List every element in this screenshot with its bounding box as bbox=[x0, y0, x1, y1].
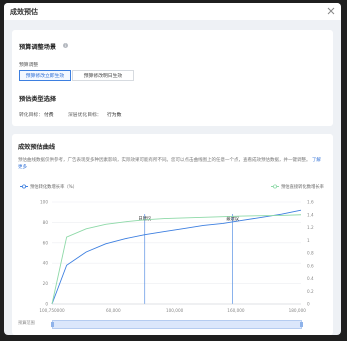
y-left-tick-label: 40 bbox=[43, 261, 49, 266]
legend-right-icon bbox=[271, 184, 279, 189]
y-left-tick-label: 20 bbox=[43, 281, 49, 286]
marker-label: 日建议 bbox=[138, 215, 152, 222]
y-right-tick-label: 0.6 bbox=[307, 263, 314, 268]
y-left-tick-label: 0 bbox=[45, 302, 48, 307]
goal-label: 转化目标： bbox=[19, 113, 43, 118]
type-title: 预估类型选择 bbox=[19, 96, 57, 103]
info-icon[interactable]: i bbox=[63, 43, 68, 48]
y-right-tick-label: 0 bbox=[307, 302, 310, 307]
y-right-tick-label: 1.2 bbox=[307, 225, 314, 230]
option-immediate[interactable]: 预算修改立即生效 bbox=[19, 70, 71, 81]
titlebar: 成效预估 bbox=[4, 3, 341, 20]
curve-title: 成效预估曲线 bbox=[18, 144, 56, 151]
slider-handle-right[interactable] bbox=[300, 322, 303, 327]
y-right-tick-label: 1.4 bbox=[307, 212, 314, 217]
slider-label: 预算范围 bbox=[18, 320, 35, 325]
y-right-tick-label: 0.2 bbox=[307, 289, 314, 294]
x-tick-label: 100,750000 bbox=[39, 308, 65, 313]
y-right-tick-label: 0.8 bbox=[307, 251, 314, 256]
x-tick-label: 160,000 bbox=[227, 308, 245, 313]
y-left-tick-label: 60 bbox=[43, 240, 49, 245]
budget-scene-card: 预算调整场景 i 预算调整 预算修改立即生效 预算修改明日生效 预估类型选择 转… bbox=[12, 30, 333, 126]
adjust-label: 预算调整 bbox=[19, 63, 39, 68]
curve-description: 预估曲线数据仅供参考，广告表现受多种因素影响，实际效果可能有所不同。您可以点击曲… bbox=[18, 157, 323, 171]
estimate-window: 成效预估 预算调整场景 i 预算调整 预算修改立即生效 预算修改明日生效 预估类… bbox=[4, 3, 341, 335]
goal-value: 付费 bbox=[44, 113, 54, 118]
close-icon[interactable] bbox=[327, 7, 335, 15]
series-line-left bbox=[51, 209, 302, 305]
y-right-tick-label: 1 bbox=[307, 238, 310, 243]
y-left-tick-label: 100 bbox=[40, 200, 48, 205]
y-right-tick-label: 1.6 bbox=[307, 200, 314, 205]
x-tick-label: 100,000 bbox=[166, 308, 184, 313]
x-tick-label: 180,000 bbox=[289, 308, 307, 313]
slider-handle-left[interactable] bbox=[51, 322, 54, 327]
legend-left-icon bbox=[20, 184, 28, 189]
series-line-right bbox=[51, 214, 302, 305]
deep-goal-value: 行为数 bbox=[107, 113, 122, 118]
curve-card: 成效预估曲线 预估曲线数据仅供参考，广告表现受多种因素影响，实际效果可能有所不同… bbox=[12, 134, 333, 335]
option-tomorrow[interactable]: 预算修改明日生效 bbox=[72, 70, 134, 81]
x-tick-label: 60,000 bbox=[106, 308, 121, 313]
window-title: 成效预估 bbox=[10, 8, 38, 16]
budget-range-slider[interactable] bbox=[51, 320, 303, 329]
y-left-tick-label: 80 bbox=[43, 220, 49, 225]
deep-goal-label: 深层优化目标： bbox=[68, 113, 102, 118]
estimate-chart[interactable]: 0 20 40 60 80 100 0 0.2 0.4 0.6 0.8 1 1.2 1.4 1.6 100,7… bbox=[12, 190, 333, 320]
y-right-tick-label: 0.4 bbox=[307, 276, 314, 281]
scene-title: 预算调整场景 bbox=[19, 44, 57, 51]
description-text: 预估曲线数据仅供参考，广告表现受多种因素影响，实际效果可能有所不同。您可以点击曲… bbox=[18, 158, 311, 163]
